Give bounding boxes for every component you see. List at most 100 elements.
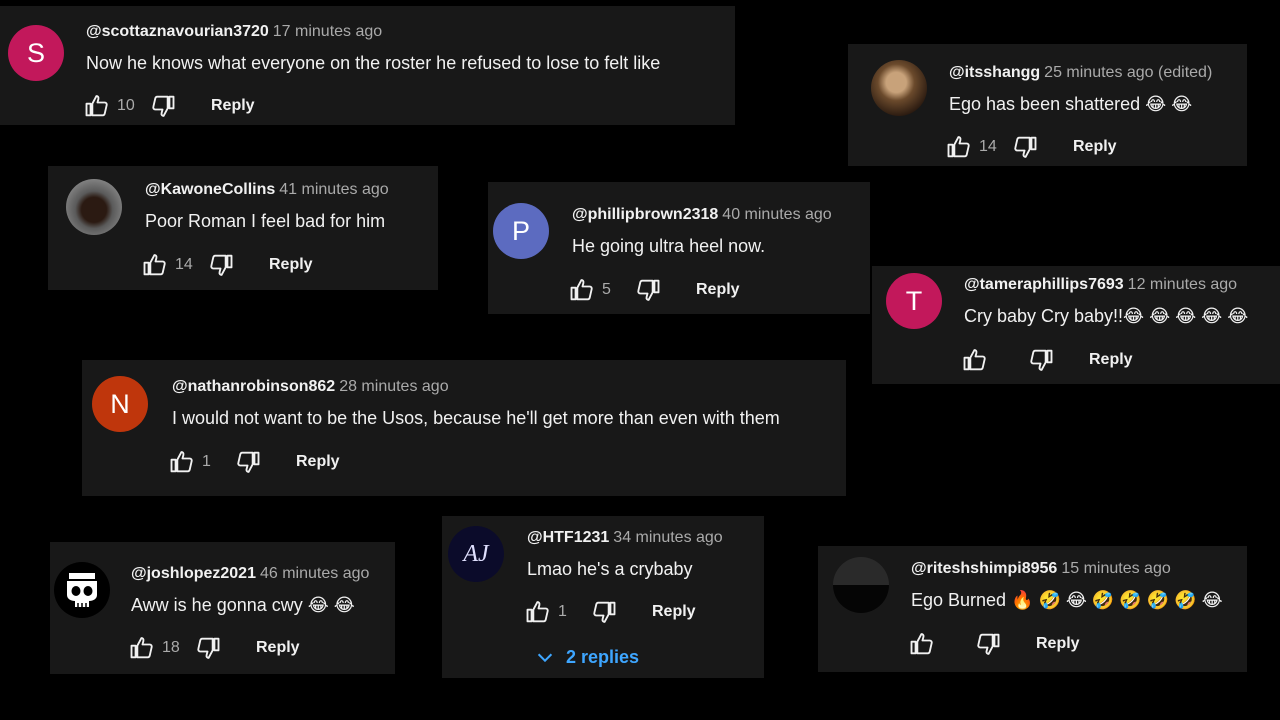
thumbs-down-icon[interactable] bbox=[149, 92, 177, 120]
reply-button[interactable]: Reply bbox=[652, 603, 696, 621]
comment-text: Ego has been shattered 😂 😂 bbox=[949, 94, 1193, 114]
thumbs-up-icon[interactable] bbox=[524, 598, 552, 626]
chevron-down-icon bbox=[534, 646, 556, 668]
thumbs-down-icon[interactable] bbox=[234, 448, 262, 476]
comment-actions: 18 Reply bbox=[128, 634, 300, 662]
replies-label: 2 replies bbox=[566, 646, 640, 667]
comment-actions: Reply bbox=[961, 346, 1133, 374]
timestamp[interactable]: 25 minutes ago (edited) bbox=[1044, 64, 1212, 81]
reply-button[interactable]: Reply bbox=[1073, 138, 1117, 156]
avatar[interactable]: AJ bbox=[448, 526, 504, 582]
author-handle[interactable]: @tameraphillips7693 bbox=[964, 276, 1124, 293]
thumbs-down-icon[interactable] bbox=[1027, 346, 1055, 374]
avatar[interactable]: T bbox=[886, 273, 942, 329]
thumbs-up-icon[interactable] bbox=[168, 448, 196, 476]
author-handle[interactable]: @itsshangg bbox=[949, 64, 1040, 81]
comment-header: @joshlopez2021 46 minutes ago bbox=[131, 564, 369, 584]
comment-card: N @nathanrobinson862 28 minutes ago I wou… bbox=[82, 360, 846, 496]
comment-actions: Reply bbox=[908, 630, 1080, 658]
like-count: 18 bbox=[162, 639, 180, 656]
comment-card: @joshlopez2021 46 minutes ago Aww is he g… bbox=[50, 542, 395, 674]
avatar[interactable]: S bbox=[8, 25, 64, 81]
thumbs-down-icon[interactable] bbox=[590, 598, 618, 626]
reply-button[interactable]: Reply bbox=[296, 453, 340, 471]
avatar-letter: T bbox=[905, 285, 923, 316]
like-count: 1 bbox=[558, 603, 567, 620]
author-handle[interactable]: @nathanrobinson862 bbox=[172, 378, 335, 395]
comment-header: @itsshangg 25 minutes ago (edited) bbox=[949, 63, 1212, 83]
timestamp[interactable]: 41 minutes ago bbox=[279, 181, 388, 198]
like-count: 14 bbox=[979, 138, 997, 155]
timestamp[interactable]: 40 minutes ago bbox=[722, 206, 831, 223]
author-handle[interactable]: @phillipbrown2318 bbox=[572, 206, 718, 223]
reply-button[interactable]: Reply bbox=[1036, 635, 1080, 653]
comment-actions: 14 Reply bbox=[945, 133, 1117, 161]
reply-button[interactable]: Reply bbox=[1089, 351, 1133, 369]
comment-header: @phillipbrown2318 40 minutes ago bbox=[572, 205, 832, 225]
comment-text: Ego Burned 🔥 🤣 😂 🤣 🤣 🤣 🤣 😂 bbox=[911, 590, 1223, 610]
timestamp[interactable]: 12 minutes ago bbox=[1128, 276, 1237, 293]
timestamp[interactable]: 34 minutes ago bbox=[613, 529, 722, 546]
comment-header: @tameraphillips7693 12 minutes ago bbox=[964, 275, 1237, 295]
comment-text: Poor Roman I feel bad for him bbox=[145, 211, 386, 231]
comment-text: Lmao he's a crybaby bbox=[527, 559, 693, 579]
thumbs-up-icon[interactable] bbox=[83, 92, 111, 120]
avatar[interactable]: P bbox=[493, 203, 549, 259]
reply-button[interactable]: Reply bbox=[696, 281, 740, 299]
thumbs-up-icon[interactable] bbox=[568, 276, 596, 304]
comment-card: @KawoneCollins 41 minutes ago Poor Roman … bbox=[48, 166, 438, 290]
reply-button[interactable]: Reply bbox=[269, 256, 313, 274]
avatar[interactable] bbox=[54, 562, 110, 618]
author-handle[interactable]: @KawoneCollins bbox=[145, 181, 275, 198]
thumbs-up-icon[interactable] bbox=[908, 630, 936, 658]
timestamp[interactable]: 46 minutes ago bbox=[260, 565, 369, 582]
avatar[interactable]: N bbox=[92, 376, 148, 432]
reply-button[interactable]: Reply bbox=[256, 639, 300, 657]
comment-text: He going ultra heel now. bbox=[572, 236, 766, 256]
view-replies-button[interactable]: 2 replies bbox=[534, 646, 639, 668]
like-count: 5 bbox=[602, 281, 611, 298]
timestamp[interactable]: 15 minutes ago bbox=[1061, 560, 1170, 577]
thumbs-up-icon[interactable] bbox=[141, 251, 169, 279]
comment-header: @scottaznavourian3720 17 minutes ago bbox=[86, 22, 382, 42]
thumbs-down-icon[interactable] bbox=[194, 634, 222, 662]
reply-button[interactable]: Reply bbox=[211, 97, 255, 115]
comment-actions: 1 Reply bbox=[168, 448, 340, 476]
comment-actions: 10 Reply bbox=[83, 92, 255, 120]
author-handle[interactable]: @riteshshimpi8956 bbox=[911, 560, 1057, 577]
comment-card: @itsshangg 25 minutes ago (edited) Ego ha… bbox=[848, 44, 1247, 166]
comment-card: @riteshshimpi8956 15 minutes ago Ego Burn… bbox=[818, 546, 1247, 672]
avatar-letter: P bbox=[511, 215, 530, 246]
comment-header: @HTF1231 34 minutes ago bbox=[527, 528, 723, 548]
comment-card: P @phillipbrown2318 40 minutes ago He goi… bbox=[488, 182, 870, 314]
avatar[interactable] bbox=[66, 179, 122, 235]
thumbs-up-icon[interactable] bbox=[945, 133, 973, 161]
avatar-letter: AJ bbox=[463, 540, 489, 567]
like-count: 1 bbox=[202, 453, 211, 470]
comment-header: @KawoneCollins 41 minutes ago bbox=[145, 180, 389, 200]
comment-actions: 5 Reply bbox=[568, 276, 740, 304]
author-handle[interactable]: @joshlopez2021 bbox=[131, 565, 256, 582]
comment-card: S @scottaznavourian3720 17 minutes ago No… bbox=[0, 6, 735, 125]
avatar[interactable] bbox=[833, 557, 889, 613]
thumbs-down-icon[interactable] bbox=[1011, 133, 1039, 161]
timestamp[interactable]: 17 minutes ago bbox=[273, 23, 382, 40]
thumbs-down-icon[interactable] bbox=[974, 630, 1002, 658]
like-count: 14 bbox=[175, 256, 193, 273]
thumbs-up-icon[interactable] bbox=[128, 634, 156, 662]
avatar-letter: N bbox=[110, 388, 130, 419]
comment-text: Aww is he gonna cwy 😂 😂 bbox=[131, 595, 355, 615]
comment-card: T @tameraphillips7693 12 minutes ago Cry … bbox=[872, 266, 1280, 384]
comment-card: AJ @HTF1231 34 minutes ago Lmao he's a cr… bbox=[442, 516, 764, 678]
author-handle[interactable]: @scottaznavourian3720 bbox=[86, 23, 269, 40]
like-count: 10 bbox=[117, 97, 135, 114]
thumbs-down-icon[interactable] bbox=[634, 276, 662, 304]
author-handle[interactable]: @HTF1231 bbox=[527, 529, 609, 546]
avatar-letter: S bbox=[26, 37, 45, 68]
thumbs-down-icon[interactable] bbox=[207, 251, 235, 279]
thumbs-up-icon[interactable] bbox=[961, 346, 989, 374]
avatar[interactable] bbox=[871, 60, 927, 116]
comment-header: @riteshshimpi8956 15 minutes ago bbox=[911, 559, 1171, 579]
timestamp[interactable]: 28 minutes ago bbox=[339, 378, 448, 395]
comment-actions: 1 Reply bbox=[524, 598, 696, 626]
